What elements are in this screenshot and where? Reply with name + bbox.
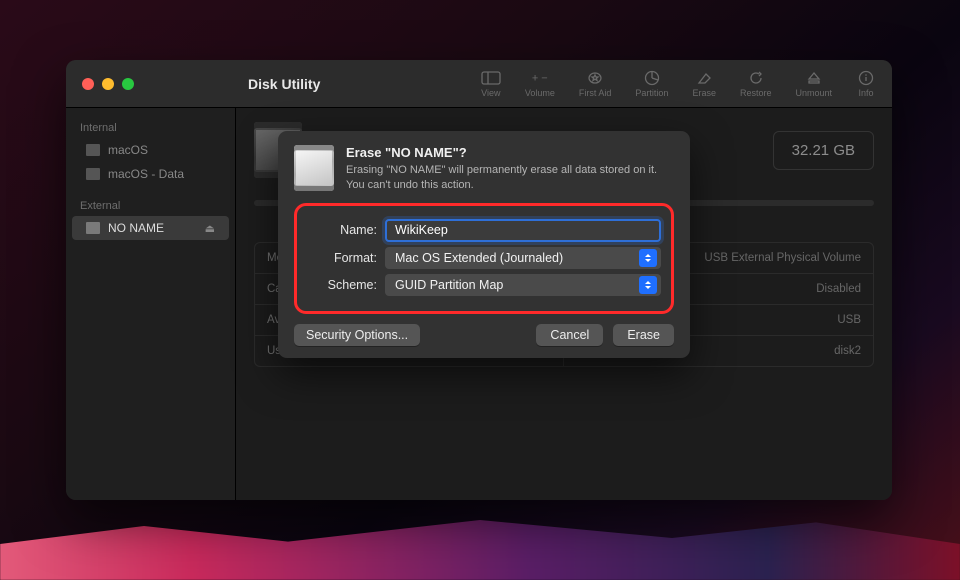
scheme-select[interactable]: GUID Partition Map [385, 274, 661, 296]
info-icon [856, 70, 876, 86]
sidebar-item-macos-data[interactable]: macOS - Data [72, 162, 229, 186]
partition-icon [642, 70, 662, 86]
toolbar-label: Info [858, 88, 873, 98]
sidebar: Internal macOS macOS - Data External NO … [66, 108, 236, 500]
toolbar-firstaid[interactable]: First Aid [579, 70, 612, 98]
minimize-window-button[interactable] [102, 78, 114, 90]
dialog-text-block: Erase "NO NAME"? Erasing "NO NAME" will … [346, 145, 674, 193]
eject-icon[interactable]: ⏏ [205, 222, 215, 235]
toolbar-label: Unmount [795, 88, 832, 98]
titlebar: Disk Utility View + − Volume First Aid P… [66, 60, 892, 108]
toolbar-restore[interactable]: Restore [740, 70, 772, 98]
dialog-disk-icon [294, 145, 334, 191]
form-row-name: Name: [307, 219, 661, 242]
sidebar-item-macos[interactable]: macOS [72, 138, 229, 162]
sidebar-icon [481, 70, 501, 86]
disk-icon [86, 222, 100, 234]
updown-arrows-icon [639, 249, 657, 267]
disk-icon [86, 168, 100, 180]
format-label: Format: [307, 251, 377, 265]
svg-text:+ −: + − [532, 72, 548, 84]
toolbar-volume[interactable]: + − Volume [525, 70, 555, 98]
toolbar-unmount[interactable]: Unmount [795, 70, 832, 98]
volume-icon: + − [530, 70, 550, 86]
scheme-label: Scheme: [307, 278, 377, 292]
format-select[interactable]: Mac OS Extended (Journaled) [385, 247, 661, 269]
firstaid-icon [585, 70, 605, 86]
form-row-format: Format: Mac OS Extended (Journaled) [307, 247, 661, 269]
toolbar-label: First Aid [579, 88, 612, 98]
scheme-select-value: GUID Partition Map [395, 278, 503, 292]
toolbar-erase[interactable]: Erase [692, 70, 716, 98]
close-window-button[interactable] [82, 78, 94, 90]
toolbar-label: Partition [635, 88, 668, 98]
dialog-header: Erase "NO NAME"? Erasing "NO NAME" will … [294, 145, 674, 193]
app-title: Disk Utility [236, 76, 320, 92]
window-controls [66, 78, 236, 90]
toolbar-info[interactable]: Info [856, 70, 876, 98]
toolbar: View + − Volume First Aid Partition Eras… [481, 70, 892, 98]
updown-arrows-icon [639, 276, 657, 294]
toolbar-label: Volume [525, 88, 555, 98]
format-select-value: Mac OS Extended (Journaled) [395, 251, 563, 265]
sidebar-item-label: NO NAME [108, 221, 164, 235]
restore-icon [746, 70, 766, 86]
name-input[interactable] [385, 219, 661, 242]
dialog-title: Erase "NO NAME"? [346, 145, 674, 160]
dialog-form-highlight: Name: Format: Mac OS Extended (Journaled… [294, 203, 674, 314]
toolbar-label: View [481, 88, 500, 98]
toolbar-label: Erase [692, 88, 716, 98]
toolbar-view[interactable]: View [481, 70, 501, 98]
erase-dialog: Erase "NO NAME"? Erasing "NO NAME" will … [278, 131, 690, 358]
erase-button[interactable]: Erase [613, 324, 674, 346]
sidebar-header-internal: Internal [66, 116, 235, 138]
eject-icon [804, 70, 824, 86]
dialog-description: Erasing "NO NAME" will permanently erase… [346, 163, 674, 193]
erase-icon [694, 70, 714, 86]
sidebar-header-external: External [66, 194, 235, 216]
sidebar-item-label: macOS [108, 143, 148, 157]
form-row-scheme: Scheme: GUID Partition Map [307, 274, 661, 296]
disk-icon [86, 144, 100, 156]
dialog-button-row: Security Options... Cancel Erase [294, 324, 674, 346]
security-options-button[interactable]: Security Options... [294, 324, 420, 346]
name-label: Name: [307, 223, 377, 237]
toolbar-partition[interactable]: Partition [635, 70, 668, 98]
toolbar-label: Restore [740, 88, 772, 98]
sidebar-item-label: macOS - Data [108, 167, 184, 181]
cancel-button[interactable]: Cancel [536, 324, 603, 346]
sidebar-item-no-name[interactable]: NO NAME ⏏ [72, 216, 229, 240]
zoom-window-button[interactable] [122, 78, 134, 90]
